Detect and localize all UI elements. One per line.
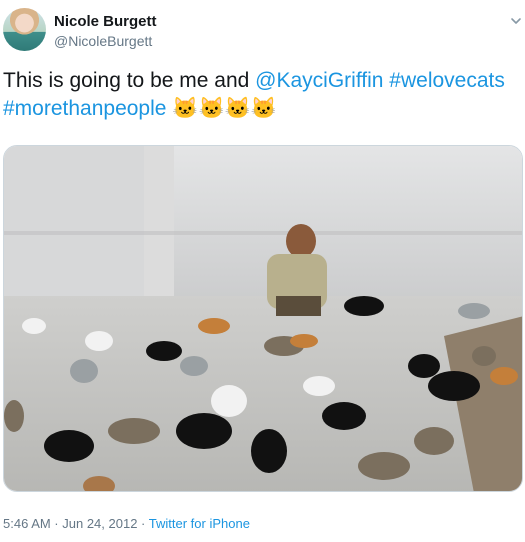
tweet-photo[interactable] <box>3 145 523 492</box>
mention-link[interactable]: @KayciGriffin <box>255 69 383 92</box>
man-with-many-cats-photo <box>4 146 522 491</box>
hashtag-link-welovecats[interactable]: #welovecats <box>389 69 505 92</box>
chevron-down-icon[interactable] <box>510 15 522 27</box>
hashtag-link-morethanpeople[interactable]: #morethanpeople <box>3 97 166 120</box>
author-display-name[interactable]: Nicole Burgett <box>54 13 157 30</box>
cat-emoji-group: 🐱🐱🐱🐱 <box>172 97 277 120</box>
author-handle[interactable]: @NicoleBurgett <box>54 33 152 49</box>
source-link[interactable]: Twitter for iPhone <box>149 516 250 531</box>
tweet-text-part: This is going to be me and <box>3 69 256 92</box>
meta-separator: · <box>137 516 149 531</box>
tweet-text: This is going to be me and @KayciGriffin… <box>3 67 518 123</box>
tweet-meta: 5:46 AM · Jun 24, 2012 · Twitter for iPh… <box>3 516 250 531</box>
avatar[interactable] <box>3 8 46 51</box>
timestamp[interactable]: 5:46 AM · Jun 24, 2012 <box>3 516 137 531</box>
tweet-card: Nicole Burgett @NicoleBurgett This is go… <box>0 0 525 542</box>
